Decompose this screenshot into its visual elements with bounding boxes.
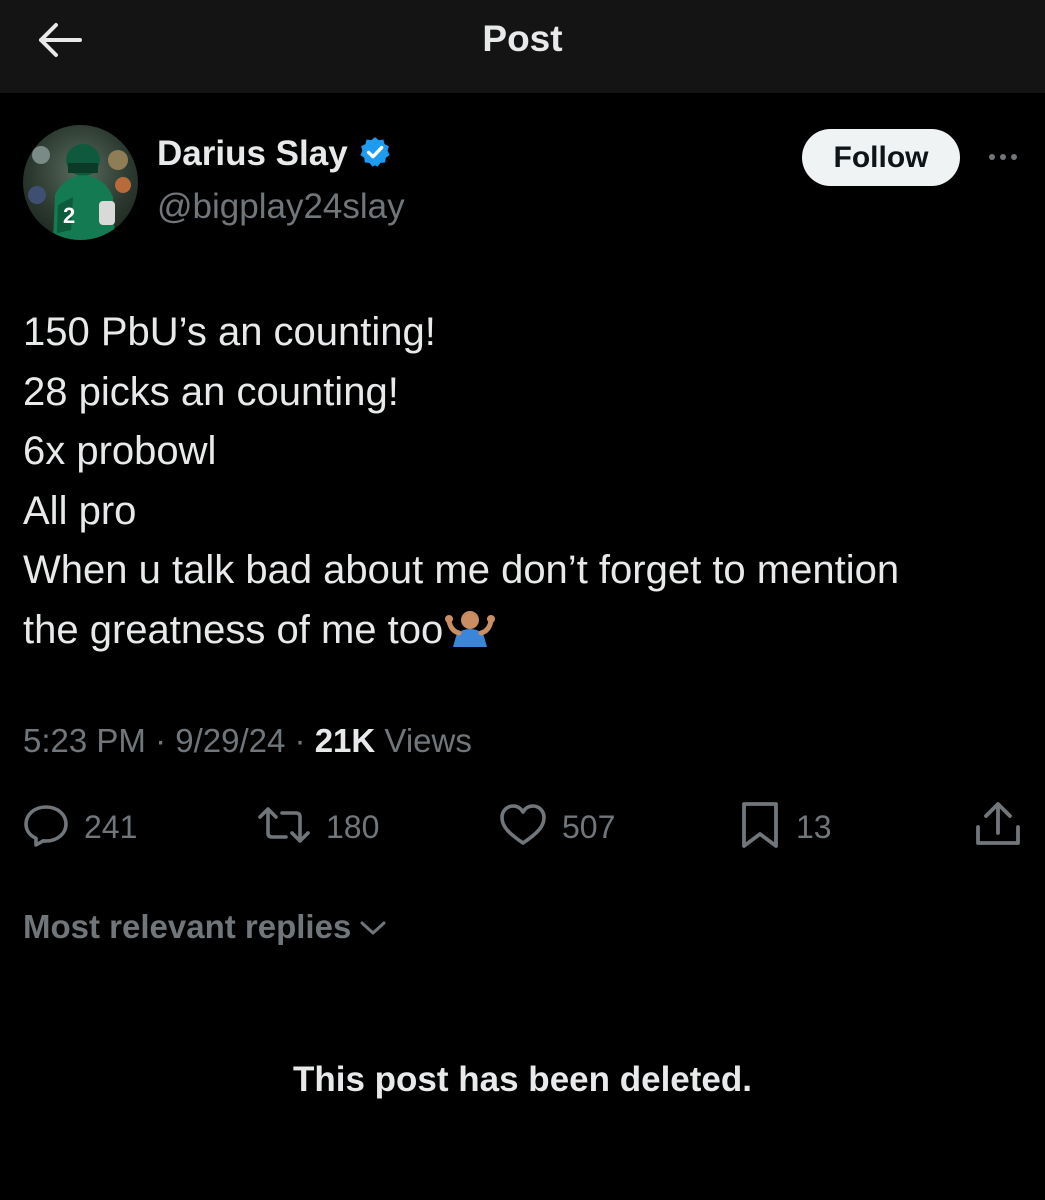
views-count: 21K (314, 722, 376, 759)
bookmark-icon (738, 799, 782, 856)
bookmark-count: 13 (796, 809, 832, 845)
bookmark-button[interactable]: 13 (738, 800, 832, 855)
reply-icon (22, 801, 70, 854)
meta-separator: · (155, 722, 167, 759)
post-line: the greatness of me too (23, 607, 444, 652)
replies-sort-dropdown[interactable]: Most relevant replies (23, 908, 387, 946)
more-horizontal-icon (989, 154, 1017, 160)
chevron-down-icon (359, 908, 387, 946)
page-title: Post (482, 18, 563, 59)
deleted-post-notice: This post has been deleted. (293, 1060, 752, 1099)
views-label: Views (384, 722, 472, 759)
post-line: All pro (23, 488, 137, 533)
repost-button[interactable]: 180 (256, 800, 379, 855)
like-button[interactable]: 507 (498, 800, 615, 855)
repost-icon (256, 801, 312, 854)
post-text: 150 PbU’s an counting! 28 picks an count… (23, 303, 1023, 666)
post-line-last: the greatness of me too (23, 601, 1023, 667)
more-options-button[interactable] (982, 142, 1024, 172)
verified-badge-icon (358, 135, 392, 174)
follow-button[interactable]: Follow (802, 129, 960, 186)
post-line: 28 picks an counting! (23, 369, 399, 414)
reply-button[interactable]: 241 (22, 800, 137, 855)
top-bar: Post (0, 0, 1045, 93)
post-line: When u talk bad about me don’t forget to… (23, 548, 900, 592)
post-date[interactable]: 9/29/24 (175, 722, 285, 759)
repost-count: 180 (326, 809, 380, 845)
avatar[interactable]: 2 (23, 125, 138, 240)
author-name-row: Darius Slay (157, 134, 392, 174)
author-handle[interactable]: @bigplay24slay (157, 187, 405, 227)
post-line: 150 PbU’s an counting! (23, 310, 436, 354)
reply-count: 241 (84, 809, 138, 845)
person-shrugging-emoji (445, 607, 496, 667)
post-time[interactable]: 5:23 PM (23, 722, 146, 759)
share-icon (972, 799, 1024, 856)
action-bar: 241 180 507 13 (0, 800, 1045, 855)
post-line: 6x probowl (23, 429, 217, 473)
replies-sort-label: Most relevant replies (23, 908, 352, 945)
heart-icon (498, 801, 548, 854)
post-meta: 5:23 PM · 9/29/24 · 21K Views (23, 722, 472, 760)
svg-text:2: 2 (63, 203, 75, 228)
like-count: 507 (562, 809, 616, 845)
author-name[interactable]: Darius Slay (157, 134, 348, 174)
avatar-photo: 2 (23, 125, 138, 240)
meta-separator: · (294, 722, 306, 759)
share-button[interactable] (972, 800, 1024, 855)
